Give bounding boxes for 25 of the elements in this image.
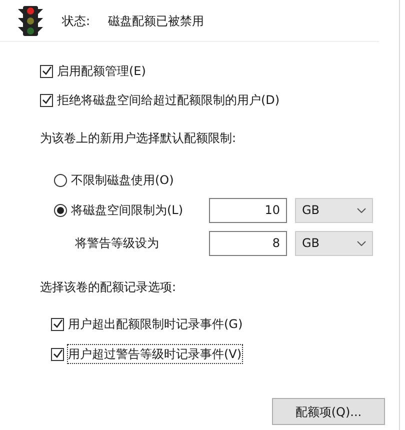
unit-dropdown[interactable]: GB: [295, 230, 373, 256]
checkbox-label: 启用配额管理(E): [57, 63, 146, 80]
chevron-down-icon: [357, 240, 366, 246]
status-label: 状态:: [62, 12, 92, 30]
traffic-light-icon: [18, 6, 43, 36]
unit-dropdown[interactable]: GB: [295, 198, 373, 222]
number-field[interactable]: 10: [209, 198, 287, 222]
status-value: 磁盘配额已被禁用: [108, 12, 204, 30]
section-label: 为该卷上的新用户选择默认配额限制:: [39, 130, 238, 147]
checkbox-label: 用户超出配额限制时记录事件(G): [67, 316, 244, 333]
checkbox[interactable]: [51, 348, 64, 360]
number-field[interactable]: 8: [209, 230, 287, 256]
quota-entries-button[interactable]: 配额项(Q)...: [272, 398, 385, 425]
radio-button[interactable]: [54, 174, 67, 186]
checkbox[interactable]: [40, 64, 53, 78]
checkbox-label: 用户超过警告等级时记录事件(V): [67, 344, 243, 364]
chevron-down-icon: [357, 208, 366, 212]
checkbox[interactable]: [40, 94, 53, 106]
section-label: 选择该卷的配额记录选项:: [39, 279, 178, 296]
checkbox-label: 拒绝将磁盘空间给超过配额限制的用户(D): [57, 92, 280, 109]
warning-level-label: 将警告等级设为: [75, 235, 159, 252]
checkbox[interactable]: [51, 318, 64, 330]
radio-label: 将磁盘空间限制为(L): [71, 202, 184, 219]
radio-label: 不限制磁盘使用(O): [71, 172, 174, 189]
radio-button[interactable]: [54, 204, 67, 216]
